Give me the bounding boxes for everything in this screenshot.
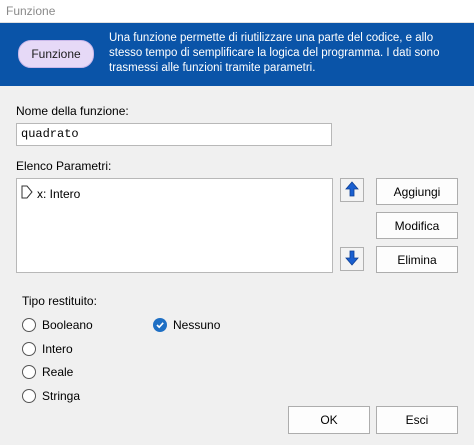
move-down-button[interactable] xyxy=(340,247,364,271)
radio-nessuno[interactable]: Nessuno xyxy=(153,318,220,332)
radio-label: Reale xyxy=(42,365,74,379)
list-item[interactable]: x: Intero xyxy=(21,185,80,202)
radio-selected-icon xyxy=(153,318,167,332)
radio-circle xyxy=(22,318,36,332)
parameters-label: Elenco Parametri: xyxy=(16,159,112,173)
parameter-text: x: Intero xyxy=(37,186,81,201)
header-description: Una funzione permette di riutilizzare un… xyxy=(109,32,440,74)
radio-booleano[interactable]: Booleano xyxy=(22,318,93,332)
function-name-input[interactable]: quadrato xyxy=(16,123,332,146)
radio-stringa[interactable]: Stringa xyxy=(22,389,80,403)
add-parameter-button[interactable]: Aggiungi xyxy=(376,178,458,205)
return-type-label: Tipo restituito: xyxy=(22,294,97,308)
radio-label: Stringa xyxy=(42,389,81,403)
radio-reale[interactable]: Reale xyxy=(22,365,73,379)
edit-parameter-button[interactable]: Modifica xyxy=(376,212,458,239)
delete-parameter-button[interactable]: Elimina xyxy=(376,246,458,273)
arrow-down-icon xyxy=(345,250,359,269)
radio-intero[interactable]: Intero xyxy=(22,342,73,356)
radio-label: Intero xyxy=(42,342,73,356)
ok-button[interactable]: OK xyxy=(288,406,370,434)
function-badge: Funzione xyxy=(18,40,94,68)
function-name-label: Nome della funzione: xyxy=(16,104,129,118)
cancel-button[interactable]: Esci xyxy=(376,406,458,434)
parameter-icon xyxy=(21,185,33,202)
move-up-button[interactable] xyxy=(340,178,364,202)
radio-circle xyxy=(22,342,36,356)
radio-circle xyxy=(22,365,36,379)
arrow-up-icon xyxy=(345,180,359,200)
window-title: Funzione xyxy=(6,4,56,18)
radio-label: Nessuno xyxy=(173,318,221,332)
radio-label: Booleano xyxy=(42,318,93,332)
header-banner: Funzione Una funzione permette di riutil… xyxy=(0,23,474,86)
parameters-list[interactable]: x: Intero xyxy=(16,178,333,273)
title-bar: Funzione xyxy=(0,0,474,23)
radio-circle xyxy=(22,389,36,403)
